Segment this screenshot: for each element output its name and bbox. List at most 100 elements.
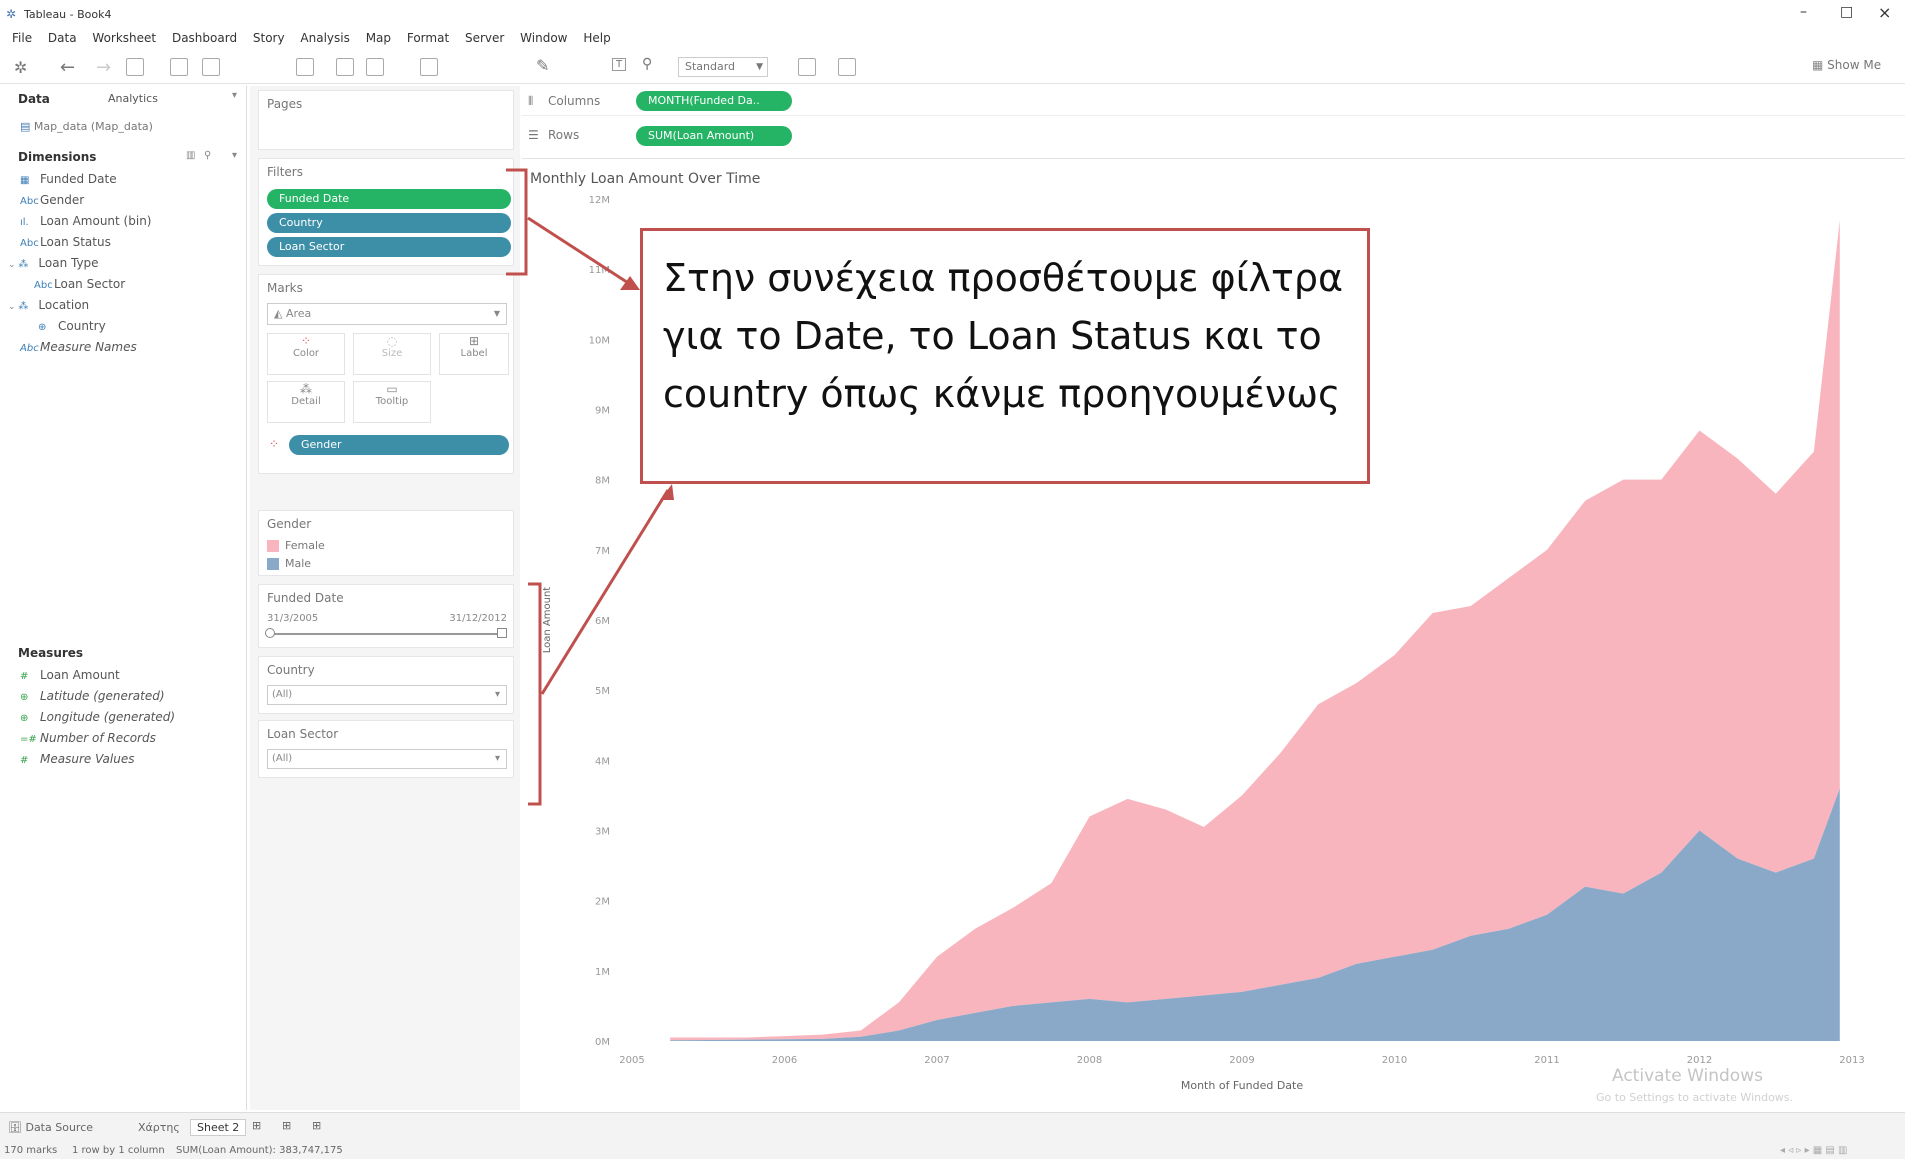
maximize-button[interactable]: □ [1840, 4, 1853, 20]
field-location[interactable]: ⌄ ⁂ Location [8, 298, 89, 312]
rows-shelf[interactable]: ☰ Rows SUM(Loan Amount) [522, 122, 1905, 150]
pin-icon[interactable]: ⚲ [642, 56, 652, 72]
dimensions-menu-icon[interactable]: ▾ [232, 150, 237, 161]
new-worksheet-icon[interactable] [202, 58, 220, 76]
size-button[interactable]: ◌ Size [353, 333, 431, 375]
new-datasource-icon[interactable] [170, 58, 188, 76]
filter-pill-funded-date[interactable]: Funded Date [267, 189, 511, 209]
field-loan-amount[interactable]: # Loan Amount [20, 668, 120, 682]
legend-male[interactable]: Male [267, 557, 311, 570]
menu-map[interactable]: Map [366, 28, 391, 48]
date-range-slider[interactable] [271, 633, 503, 635]
group-icon[interactable] [366, 58, 384, 76]
presentation-icon[interactable] [838, 58, 856, 76]
sheet-tab-sheet2[interactable]: Sheet 2 [190, 1119, 247, 1136]
funded-date-title: Funded Date [267, 591, 344, 605]
slider-handle-left[interactable] [265, 628, 275, 638]
slider-handle-right[interactable] [497, 628, 507, 638]
string-icon: Abc [20, 343, 39, 354]
sort-icon[interactable] [336, 58, 354, 76]
detail-button[interactable]: ⁂ Detail [267, 381, 345, 423]
save-icon[interactable] [126, 58, 144, 76]
text-label-icon[interactable]: T [612, 58, 627, 71]
sheet-navigation-icons[interactable]: ◂ ◃ ▹ ▸ ▦ ▤ ▥ [1780, 1145, 1848, 1156]
redo-icon[interactable]: → [96, 57, 111, 78]
new-worksheet-tab-icon[interactable]: ⊞ [252, 1119, 261, 1132]
swap-icon[interactable] [296, 58, 314, 76]
tooltip-icon: ▭ [386, 382, 398, 396]
y-tick-label: 0M [595, 1037, 610, 1048]
new-story-tab-icon[interactable]: ⊞ [312, 1119, 321, 1132]
menu-server[interactable]: Server [465, 28, 504, 48]
tab-analytics[interactable]: Analytics [108, 92, 158, 105]
field-measure-names[interactable]: AbcMeasure Names [20, 340, 137, 354]
filter-pill-loan-sector[interactable]: Loan Sector [267, 237, 511, 257]
expand-icon[interactable]: ⌄ [8, 260, 18, 270]
field-latitude[interactable]: ⊕ Latitude (generated) [20, 689, 165, 703]
loan-sector-filter-card[interactable]: Loan Sector (All) ▾ [258, 720, 514, 778]
field-loan-type[interactable]: ⌄ ⁂ Loan Type [8, 256, 99, 270]
tab-data[interactable]: Data [18, 92, 50, 106]
mark-type-select[interactable]: ◭ Area ▼ [267, 303, 507, 325]
label-icon: ⊞ [468, 334, 480, 348]
country-dropdown[interactable]: (All) ▾ [267, 685, 507, 705]
show-cards-icon[interactable] [798, 58, 816, 76]
sheet-tab-map[interactable]: Χάρτης [138, 1121, 180, 1134]
filters-card[interactable]: Filters Funded Date Country Loan Sector [258, 158, 514, 266]
pen-icon[interactable]: ✎ [536, 56, 549, 75]
field-measure-values[interactable]: # Measure Values [20, 752, 134, 766]
menu-analysis[interactable]: Analysis [300, 28, 349, 48]
menu-data[interactable]: Data [48, 28, 77, 48]
field-funded-date[interactable]: ▦ Funded Date [20, 172, 117, 186]
view-toggle-icon[interactable]: ▥ [186, 150, 195, 161]
tableau-home-icon[interactable]: ✲ [14, 58, 27, 77]
marks-card[interactable]: Marks ◭ Area ▼ ⁘ Color ◌ Size ⊞ Label ⁂ Deta… [258, 274, 514, 474]
minimize-button[interactable]: – [1800, 4, 1807, 20]
datasource-item[interactable]: ▤ Map_data (Map_data) [20, 120, 153, 133]
funded-date-filter-card[interactable]: Funded Date 31/3/2005 31/12/2012 [258, 584, 514, 648]
new-dashboard-tab-icon[interactable]: ⊞ [282, 1119, 291, 1132]
gender-color-pill[interactable]: Gender [289, 435, 509, 455]
close-button[interactable]: × [1878, 3, 1891, 22]
field-loan-status[interactable]: AbcLoan Status [20, 235, 111, 249]
label-button[interactable]: ⊞ Label [439, 333, 509, 375]
pages-card[interactable]: Pages [258, 90, 514, 150]
menu-worksheet[interactable]: Worksheet [92, 28, 156, 48]
area-icon: ◭ [274, 307, 286, 320]
data-source-tab[interactable]: 🗄 Data Source [8, 1121, 93, 1134]
field-number-of-records[interactable]: =# Number of Records [20, 731, 156, 745]
menu-dashboard[interactable]: Dashboard [172, 28, 237, 48]
undo-icon[interactable]: ← [60, 57, 75, 78]
view-size-select[interactable]: Standard ▼ [678, 57, 768, 77]
menu-help[interactable]: Help [583, 28, 610, 48]
rows-label: Rows [548, 128, 580, 142]
field-country[interactable]: ⊕ Country [38, 319, 106, 333]
view-size-value: Standard [685, 60, 736, 73]
country-filter-title: Country [267, 663, 315, 677]
field-longitude[interactable]: ⊕ Longitude (generated) [20, 710, 175, 724]
gender-legend-card[interactable]: Gender Female Male [258, 510, 514, 576]
country-filter-card[interactable]: Country (All) ▾ [258, 656, 514, 714]
filter-pill-country[interactable]: Country [267, 213, 511, 233]
columns-pill[interactable]: MONTH(Funded Da.. [636, 91, 792, 111]
pane-menu-icon[interactable]: ▾ [232, 90, 237, 101]
search-icon[interactable]: ⚲ [204, 150, 211, 161]
field-loan-sector[interactable]: AbcLoan Sector [34, 277, 125, 291]
menu-file[interactable]: File [12, 28, 32, 48]
tooltip-button[interactable]: ▭ Tooltip [353, 381, 431, 423]
male-swatch [267, 558, 279, 570]
menu-story[interactable]: Story [253, 28, 285, 48]
menu-window[interactable]: Window [520, 28, 567, 48]
columns-shelf[interactable]: ⦀ Columns MONTH(Funded Da.. [522, 88, 1905, 116]
show-me-button[interactable]: ▦ Show Me [1812, 58, 1881, 72]
rows-pill[interactable]: SUM(Loan Amount) [636, 126, 792, 146]
color-button[interactable]: ⁘ Color [267, 333, 345, 375]
detail-icon: ⁂ [300, 382, 312, 396]
menu-format[interactable]: Format [407, 28, 449, 48]
highlight-icon[interactable] [420, 58, 438, 76]
field-gender[interactable]: AbcGender [20, 193, 84, 207]
loan-sector-dropdown[interactable]: (All) ▾ [267, 749, 507, 769]
field-loan-amount-bin[interactable]: ıl. Loan Amount (bin) [20, 214, 151, 228]
expand-icon[interactable]: ⌄ [8, 302, 18, 312]
legend-female[interactable]: Female [267, 539, 325, 552]
